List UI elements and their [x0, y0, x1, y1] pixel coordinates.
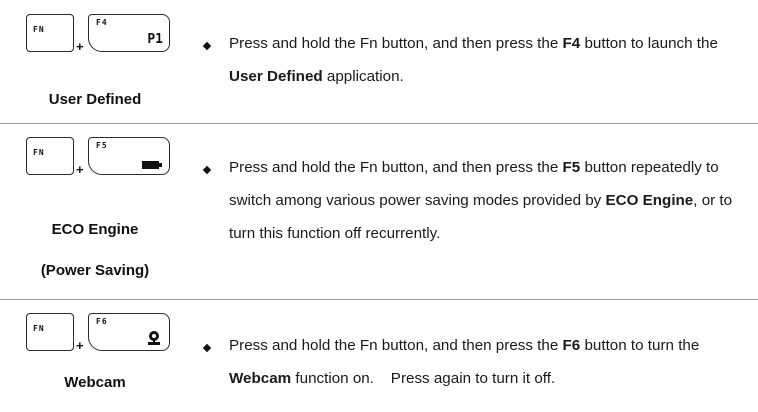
f5-key-label: F5 [96, 141, 108, 150]
bullet-icon [202, 343, 212, 353]
f6-key: F6 [88, 313, 170, 351]
bullet-icon [202, 165, 212, 175]
f6-key-label: F6 [96, 317, 108, 326]
f5-key: F5 [88, 137, 170, 175]
battery-icon [142, 160, 162, 170]
p1-key-legend: P1 [147, 32, 163, 47]
plus-sign: + [76, 162, 84, 177]
plus-sign: + [76, 338, 84, 353]
hotkey-row-eco-engine: FN + F5 ECO Engine (Power Saving) Press … [0, 124, 758, 299]
hotkey-label: User Defined [48, 91, 142, 108]
key-combination: FN + F6 [26, 313, 170, 363]
bullet-icon [202, 41, 212, 51]
f4-key-label: F4 [96, 18, 108, 27]
hotkey-sublabel: (Power Saving) [40, 262, 150, 279]
fn-key: FN [26, 14, 74, 52]
key-combination: FN + F4 P1 [26, 14, 170, 64]
fn-key-label: FN [33, 25, 45, 34]
hotkey-label: ECO Engine [51, 221, 139, 238]
hotkey-label: Webcam [64, 374, 126, 391]
f4-key: F4 P1 [88, 14, 170, 52]
hotkey-description: Press and hold the Fn button, and then p… [229, 337, 700, 387]
hotkey-row-user-defined: FN + F4 P1 User Defined Press and hold t… [0, 0, 758, 123]
hotkey-description: Press and hold the Fn button, and then p… [229, 159, 733, 242]
fn-key: FN [26, 313, 74, 351]
key-combination: FN + F5 [26, 137, 170, 187]
fn-key-label: FN [33, 148, 45, 157]
hotkey-description: Press and hold the Fn button, and then p… [229, 35, 718, 85]
plus-sign: + [76, 39, 84, 54]
webcam-icon [148, 331, 160, 345]
fn-key: FN [26, 137, 74, 175]
hotkey-row-webcam: FN + F6 Webcam Press and hold the Fn but… [0, 300, 758, 412]
fn-key-label: FN [33, 324, 45, 333]
